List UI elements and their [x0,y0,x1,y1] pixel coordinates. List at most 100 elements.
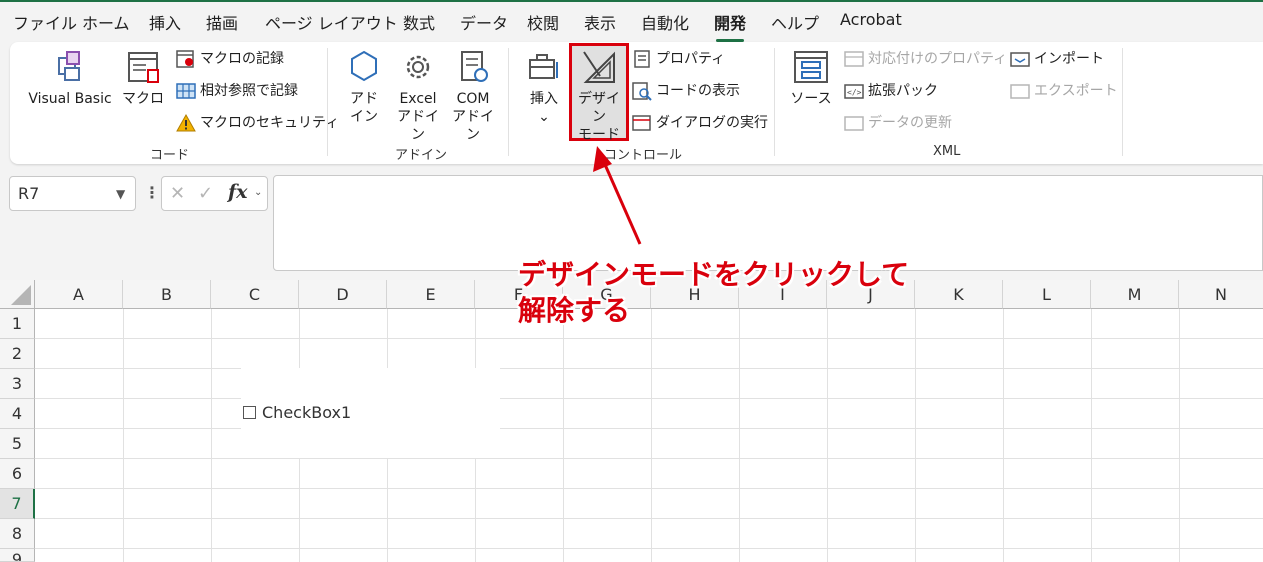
refresh-data-button[interactable]: データの更新 [844,112,952,134]
grid-line [35,488,1263,489]
grid-line [35,428,1263,429]
group-label-controls: コントロール [604,148,683,163]
chevron-down-icon: ⌄ [538,109,550,125]
macros-label: マクロ [122,91,164,107]
grid-line [123,309,124,562]
properties-button[interactable]: プロパティ [632,48,725,70]
row-header[interactable]: 1 [0,309,35,339]
tab-acrobat[interactable]: Acrobat [840,10,902,29]
map-properties-button[interactable]: 対応付けのプロパティ [844,48,1007,70]
view-code-button[interactable]: コードの表示 [632,80,740,102]
name-box-dropdown-icon[interactable]: ▼ [116,187,125,201]
map-properties-label: 対応付けのプロパティ [868,51,1008,67]
tab-data[interactable]: データ [460,10,508,34]
row-header[interactable]: 2 [0,339,35,369]
group-label-xml: XML [933,144,961,159]
grid-line [35,368,1263,369]
column-header[interactable]: A [35,280,123,309]
com-addins-button[interactable]: COM アドイン [448,48,498,144]
grid-line [739,309,740,562]
macro-security-label: マクロのセキュリティ [200,115,340,131]
com-addins-label-line1: COM [456,91,490,107]
row-header[interactable]: 3 [0,369,35,399]
row-header-selected[interactable]: 7 [0,489,35,519]
tab-draw[interactable]: 描画 [206,10,238,34]
chevron-down-icon[interactable]: ⌄ [254,187,262,198]
tab-review[interactable]: 校閲 [527,10,559,34]
expansion-packs-button[interactable]: </> 拡張パック [844,80,938,102]
addins-label-line2: イン [350,109,378,125]
tab-file[interactable]: ファイル [13,10,77,34]
table-grid-icon [176,83,196,99]
addins-label-line1: アド [350,91,378,107]
insert-control-button[interactable]: 挿入 ⌄ [522,48,566,126]
column-header[interactable]: B [123,280,211,309]
group-separator [508,48,509,156]
ribbon-tab-bar: ファイル ホーム 挿入 描画 ページ レイアウト 数式 データ 校閲 表示 自動… [0,2,1263,42]
row-header[interactable]: 4 [0,399,35,429]
column-header[interactable]: D [299,280,387,309]
column-header[interactable]: M [1091,280,1179,309]
insert-function-icon[interactable]: fx [228,181,248,203]
xml-export-button[interactable]: エクスポート [1010,80,1118,102]
hexagon-addin-icon [351,50,377,82]
com-addins-label-line2: アドイン [452,109,494,143]
svg-text:</>: </> [847,88,862,97]
tab-view[interactable]: 表示 [584,10,616,34]
column-header[interactable]: L [1003,280,1091,309]
tab-help[interactable]: ヘルプ [771,10,819,34]
row-header[interactable]: 9 [0,549,35,562]
view-code-icon [632,82,652,101]
addins-button[interactable]: アド イン [342,48,386,126]
group-label-code: コード [150,148,190,163]
select-all-corner[interactable] [0,280,35,309]
excel-addins-button[interactable]: Excel アドイン [392,48,444,144]
row-header[interactable]: 5 [0,429,35,459]
column-header[interactable]: C [211,280,299,309]
grid-line [563,309,564,562]
grid-line [1003,309,1004,562]
group-separator [1122,48,1123,156]
tab-formulas[interactable]: 数式 [403,10,435,34]
gear-icon [406,55,430,79]
grid-line [1091,309,1092,562]
row-header[interactable]: 8 [0,519,35,549]
enter-icon[interactable]: ✓ [198,183,213,204]
more-options-icon[interactable]: ⋮ [144,183,160,202]
use-relative-references-button[interactable]: 相対参照で記録 [176,80,298,102]
column-header[interactable]: K [915,280,1003,309]
annotation-line1: デザインモードをクリックして [518,258,910,291]
tab-page-layout[interactable]: ページ レイアウト [265,10,398,34]
row-header[interactable]: 6 [0,459,35,489]
column-header[interactable]: E [387,280,475,309]
expansion-packs-icon: </> [844,84,864,99]
record-macro-icon [176,50,194,68]
cancel-icon[interactable]: ✕ [170,183,185,204]
design-mode-button[interactable]: デザイン モード [572,48,626,144]
insert-control-label: 挿入 [530,91,558,107]
xml-source-button[interactable]: ソース [786,48,836,108]
run-dialog-button[interactable]: ダイアログの実行 [632,112,768,134]
column-header[interactable]: N [1179,280,1263,309]
tab-developer[interactable]: 開発 [714,10,746,42]
design-mode-label-line2: モード [578,127,620,143]
macros-button[interactable]: マクロ [120,48,166,108]
tab-insert[interactable]: 挿入 [149,10,181,34]
xml-import-button[interactable]: インポート [1010,48,1104,70]
expansion-packs-label: 拡張パック [868,83,938,99]
record-macro-button[interactable]: マクロの記録 [176,48,284,70]
grid-line [35,458,1263,459]
grid-line [35,338,1263,339]
grid-line [915,309,916,562]
refresh-data-icon [844,116,864,131]
macro-security-button[interactable]: マクロのセキュリティ [176,112,339,134]
visual-basic-button[interactable]: Visual Basic [24,48,116,108]
checkbox[interactable] [243,406,256,419]
annotation-line2: 解除する [518,294,631,327]
grid-line [1179,309,1180,562]
properties-label: プロパティ [656,51,726,67]
tab-automate[interactable]: 自動化 [641,10,689,34]
annotation-text: デザインモードをクリックして 解除する [518,257,909,329]
checkbox-label[interactable]: CheckBox1 [262,403,351,422]
tab-home[interactable]: ホーム [82,10,130,34]
